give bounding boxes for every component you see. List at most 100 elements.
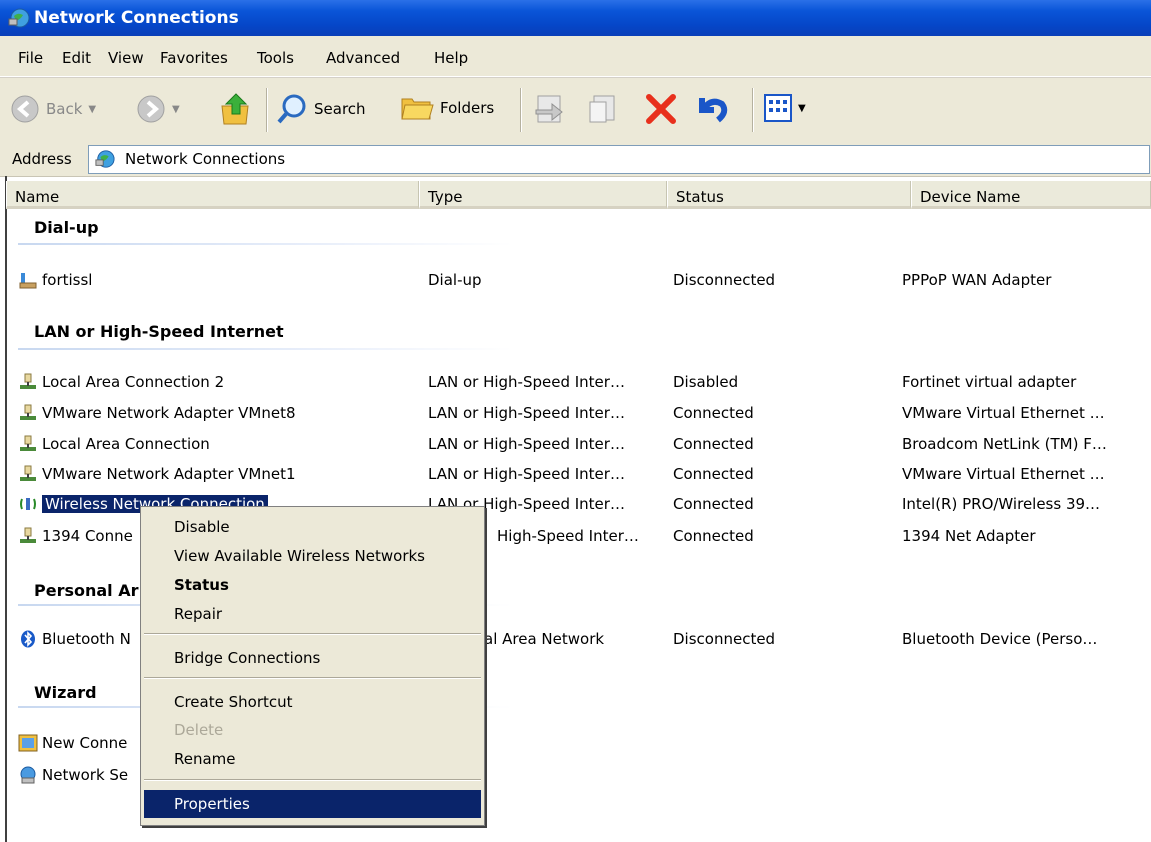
column-header-type[interactable]: Type — [419, 181, 667, 209]
row-type: LAN or High-Speed Inter… — [428, 404, 625, 422]
list-item[interactable]: Bluetooth N — [18, 630, 131, 648]
menu-edit[interactable]: Edit — [62, 49, 91, 67]
list-item[interactable]: New Conne — [18, 734, 127, 752]
toolbar-separator — [752, 88, 754, 132]
search-button[interactable]: Search — [276, 93, 366, 125]
views-icon — [764, 94, 792, 122]
row-type: al Area Network — [484, 630, 605, 648]
row-type: LAN or High-Speed Inter… — [428, 465, 625, 483]
lan-connection-icon — [20, 527, 36, 543]
group-divider — [18, 348, 513, 350]
menu-view[interactable]: View — [108, 49, 144, 67]
group-divider — [18, 243, 513, 245]
views-button[interactable]: ▼ — [764, 94, 806, 122]
back-button[interactable]: Back ▼ — [10, 94, 96, 124]
list-item[interactable]: fortissl — [18, 271, 92, 289]
column-header-device-name[interactable]: Device Name — [911, 181, 1151, 209]
row-device: Intel(R) PRO/Wireless 39… — [902, 495, 1101, 513]
row-device: VMware Virtual Ethernet … — [902, 465, 1105, 483]
menu-item-view-wireless-networks[interactable]: View Available Wireless Networks — [144, 542, 481, 570]
menu-separator — [144, 633, 481, 635]
list-item[interactable]: 1394 Conne — [18, 527, 133, 545]
menu-favorites[interactable]: Favorites — [160, 49, 228, 67]
delete-button[interactable] — [644, 92, 678, 126]
undo-icon — [699, 98, 728, 123]
column-headers: Name Type Status Device Name — [6, 181, 1151, 211]
menu-item-bridge-connections[interactable]: Bridge Connections — [144, 644, 481, 672]
address-field[interactable]: Network Connections — [88, 145, 1150, 174]
context-menu: Disable View Available Wireless Networks… — [140, 506, 485, 826]
row-device: PPPoP WAN Adapter — [902, 271, 1052, 289]
menu-item-repair[interactable]: Repair — [144, 600, 481, 628]
menu-item-disable[interactable]: Disable — [144, 513, 481, 541]
network-connections-icon — [8, 8, 30, 28]
folders-icon — [401, 98, 434, 120]
row-device: VMware Virtual Ethernet … — [902, 404, 1105, 422]
row-name: Network Se — [42, 766, 129, 784]
menu-item-create-shortcut[interactable]: Create Shortcut — [144, 688, 481, 716]
menu-advanced[interactable]: Advanced — [326, 49, 400, 67]
wireless-connection-icon — [20, 498, 36, 510]
views-dropdown-icon[interactable]: ▼ — [798, 103, 806, 114]
bluetooth-icon — [21, 630, 35, 648]
delete-x-icon — [646, 94, 676, 124]
column-header-name[interactable]: Name — [6, 181, 419, 209]
address-value: Network Connections — [125, 150, 286, 168]
menu-separator — [144, 677, 481, 679]
lan-connection-icon — [20, 465, 36, 481]
toolbar-separator — [520, 88, 522, 132]
menu-tools[interactable]: Tools — [257, 49, 294, 67]
list-item[interactable]: VMware Network Adapter VMnet8 — [18, 404, 296, 422]
group-title-lan: LAN or High-Speed Internet — [34, 322, 284, 341]
row-status: Connected — [673, 465, 754, 483]
row-status: Connected — [673, 404, 754, 422]
move-to-button[interactable] — [532, 92, 566, 126]
window-title: Network Connections — [34, 8, 239, 28]
list-item[interactable]: Network Se — [18, 766, 128, 784]
list-item[interactable]: VMware Network Adapter VMnet1 — [18, 465, 296, 483]
folders-button[interactable]: Folders — [400, 93, 494, 123]
row-status: Connected — [673, 435, 754, 453]
row-status: Disconnected — [673, 630, 776, 648]
up-folder-button[interactable] — [218, 90, 254, 128]
row-status: Disconnected — [673, 271, 776, 289]
menu-item-rename[interactable]: Rename — [144, 745, 481, 773]
menu-help[interactable]: Help — [434, 49, 468, 67]
row-status: Disabled — [673, 373, 739, 391]
row-name: Local Area Connection — [42, 435, 210, 453]
address-label: Address — [12, 150, 72, 168]
forward-button[interactable]: ▼ — [136, 94, 180, 124]
frame-border — [5, 176, 7, 842]
forward-dropdown-icon[interactable]: ▼ — [172, 104, 180, 115]
network-connections-icon — [95, 150, 115, 168]
list-item[interactable]: Local Area Connection 2 — [18, 373, 224, 391]
up-folder-icon — [221, 93, 249, 125]
group-title-personal: Personal Ar — [34, 581, 139, 600]
row-type: LAN or High-Speed Inter… — [428, 435, 625, 453]
group-title-dialup: Dial-up — [34, 218, 99, 237]
row-device: Broadcom NetLink (TM) F… — [902, 435, 1107, 453]
column-header-status[interactable]: Status — [667, 181, 911, 209]
undo-button[interactable] — [694, 92, 730, 126]
new-connection-wizard-icon — [18, 734, 38, 752]
menu-item-status[interactable]: Status — [144, 571, 481, 599]
dialup-connection-icon — [19, 273, 37, 289]
menu-bar: File Edit View Favorites Tools Advanced … — [0, 36, 1151, 77]
list-item[interactable]: Local Area Connection — [18, 435, 210, 453]
lan-connection-icon — [20, 404, 36, 420]
back-dropdown-icon[interactable]: ▼ — [88, 104, 96, 115]
row-device: 1394 Net Adapter — [902, 527, 1036, 545]
row-type: High-Speed Inter… — [497, 527, 639, 545]
menu-item-properties[interactable]: Properties — [144, 790, 481, 818]
search-icon — [277, 94, 306, 124]
move-to-icon — [535, 95, 563, 123]
row-status: Connected — [673, 527, 754, 545]
menu-item-delete: Delete — [174, 721, 224, 739]
row-name: 1394 Conne — [42, 527, 133, 545]
row-name: VMware Network Adapter VMnet1 — [42, 465, 296, 483]
lan-connection-icon — [20, 373, 36, 389]
menu-file[interactable]: File — [18, 49, 43, 67]
copy-to-button[interactable] — [586, 92, 620, 126]
toolbar-separator — [266, 88, 268, 132]
group-title-wizard: Wizard — [34, 683, 97, 702]
